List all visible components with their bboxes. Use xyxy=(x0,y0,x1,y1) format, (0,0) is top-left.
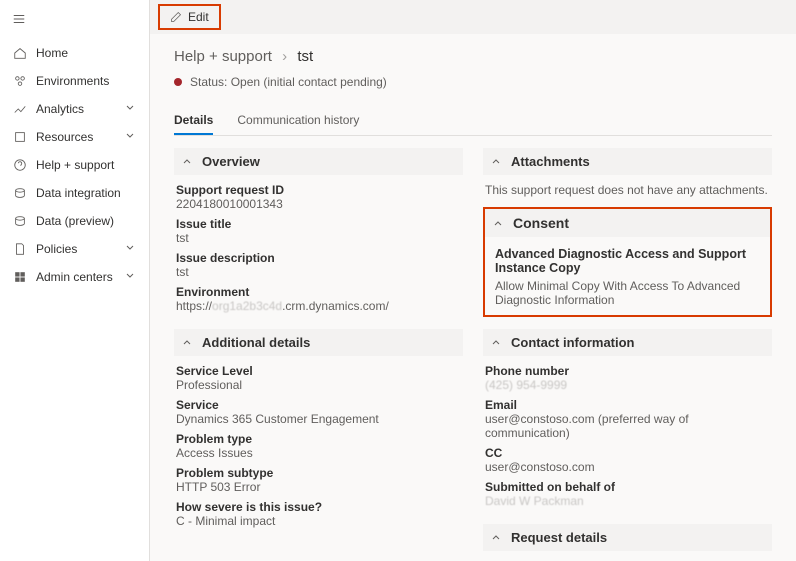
section-title: Consent xyxy=(513,215,569,231)
edit-button-label: Edit xyxy=(188,10,209,24)
data-preview-icon xyxy=(12,213,28,229)
sidebar-item-home[interactable]: Home xyxy=(0,39,149,67)
field-value: 2204180010001343 xyxy=(176,197,461,211)
breadcrumb-root[interactable]: Help + support xyxy=(174,48,272,65)
sidebar-item-policies[interactable]: Policies xyxy=(0,235,149,263)
section-title: Overview xyxy=(202,154,260,169)
chevron-down-icon xyxy=(125,130,137,144)
field-value: user@constoso.com (preferred way of comm… xyxy=(485,412,770,440)
section-overview-header[interactable]: Overview xyxy=(174,148,463,175)
section-request-header[interactable]: Request details xyxy=(483,524,772,551)
section-title: Contact information xyxy=(511,335,635,350)
field-label: Phone number xyxy=(485,364,770,378)
attachments-empty-text: This support request does not have any a… xyxy=(483,183,772,197)
sidebar-item-label: Data integration xyxy=(36,186,137,200)
section-contact-header[interactable]: Contact information xyxy=(483,329,772,356)
sidebar-item-help-support[interactable]: Help + support xyxy=(0,151,149,179)
field-value: user@constoso.com xyxy=(485,460,770,474)
environments-icon xyxy=(12,73,28,89)
field-value: Dynamics 365 Customer Engagement xyxy=(176,412,461,426)
field-label: Service xyxy=(176,398,461,412)
sidebar-item-data-preview[interactable]: Data (preview) xyxy=(0,207,149,235)
breadcrumb-separator: › xyxy=(282,48,287,65)
sidebar: Home Environments Analytics Resources He… xyxy=(0,0,150,561)
toolbar: Edit xyxy=(150,0,796,34)
admin-centers-icon xyxy=(12,269,28,285)
field-label: Issue title xyxy=(176,217,461,231)
breadcrumb-current: tst xyxy=(297,48,313,65)
sidebar-item-label: Home xyxy=(36,46,137,60)
tab-communication-history[interactable]: Communication history xyxy=(237,107,359,135)
field-label: How severe is this issue? xyxy=(176,500,461,514)
tabs: Details Communication history xyxy=(174,107,772,136)
hamburger-menu[interactable] xyxy=(0,8,149,39)
section-additional-header[interactable]: Additional details xyxy=(174,329,463,356)
field-label: Email xyxy=(485,398,770,412)
section-title: Additional details xyxy=(202,335,310,350)
field-value: Access Issues xyxy=(176,446,461,460)
analytics-icon xyxy=(12,101,28,117)
field-value: https://org1a2b3c4d.crm.dynamics.com/ xyxy=(176,299,461,313)
consent-box: Consent Advanced Diagnostic Access and S… xyxy=(483,207,772,317)
field-label: Problem subtype xyxy=(176,466,461,480)
field-value: David W Packman xyxy=(485,494,770,508)
chevron-up-icon xyxy=(182,154,196,169)
help-icon xyxy=(12,157,28,173)
status-prefix: Status: xyxy=(190,75,227,89)
field-label: Issue description xyxy=(176,251,461,265)
tab-details[interactable]: Details xyxy=(174,107,213,135)
section-attachments-header[interactable]: Attachments xyxy=(483,148,772,175)
chevron-up-icon xyxy=(491,530,505,545)
section-title: Attachments xyxy=(511,154,590,169)
sidebar-item-label: Data (preview) xyxy=(36,214,137,228)
status-dot-icon xyxy=(174,78,182,86)
field-value: tst xyxy=(176,265,461,279)
field-value: HTTP 503 Error xyxy=(176,480,461,494)
policies-icon xyxy=(12,241,28,257)
data-integration-icon xyxy=(12,185,28,201)
chevron-up-icon xyxy=(493,215,507,231)
chevron-down-icon xyxy=(125,242,137,256)
sidebar-item-environments[interactable]: Environments xyxy=(0,67,149,95)
sidebar-item-label: Policies xyxy=(36,242,125,256)
breadcrumb: Help + support › tst xyxy=(174,48,772,65)
field-label: Support request ID xyxy=(176,183,461,197)
sidebar-item-label: Help + support xyxy=(36,158,137,172)
sidebar-item-label: Admin centers xyxy=(36,270,125,284)
main-content: Edit Help + support › tst Status: Open (… xyxy=(150,0,796,561)
sidebar-item-admin-centers[interactable]: Admin centers xyxy=(0,263,149,291)
sidebar-item-analytics[interactable]: Analytics xyxy=(0,95,149,123)
edit-button[interactable]: Edit xyxy=(158,4,221,30)
chevron-up-icon xyxy=(491,154,505,169)
sidebar-item-resources[interactable]: Resources xyxy=(0,123,149,151)
field-label: Environment xyxy=(176,285,461,299)
field-value: Professional xyxy=(176,378,461,392)
field-label: Service Level xyxy=(176,364,461,378)
status-row: Status: Open (initial contact pending) xyxy=(174,75,772,89)
status-text: Open (initial contact pending) xyxy=(231,75,387,89)
section-title: Request details xyxy=(511,530,607,545)
chevron-up-icon xyxy=(491,335,505,350)
sidebar-item-label: Environments xyxy=(36,74,137,88)
chevron-down-icon xyxy=(125,102,137,116)
consent-title: Advanced Diagnostic Access and Support I… xyxy=(485,245,770,279)
consent-text: Allow Minimal Copy With Access To Advanc… xyxy=(485,279,770,307)
field-value: tst xyxy=(176,231,461,245)
pencil-icon xyxy=(170,11,182,23)
field-label: Problem type xyxy=(176,432,461,446)
field-value: (425) 954-9999 xyxy=(485,378,770,392)
field-label: CC xyxy=(485,446,770,460)
chevron-down-icon xyxy=(125,270,137,284)
field-label: Submitted on behalf of xyxy=(485,480,770,494)
resources-icon xyxy=(12,129,28,145)
field-value: C - Minimal impact xyxy=(176,514,461,528)
home-icon xyxy=(12,45,28,61)
sidebar-item-label: Analytics xyxy=(36,102,125,116)
chevron-up-icon xyxy=(182,335,196,350)
sidebar-item-label: Resources xyxy=(36,130,125,144)
section-consent-header[interactable]: Consent xyxy=(485,209,770,237)
sidebar-item-data-integration[interactable]: Data integration xyxy=(0,179,149,207)
